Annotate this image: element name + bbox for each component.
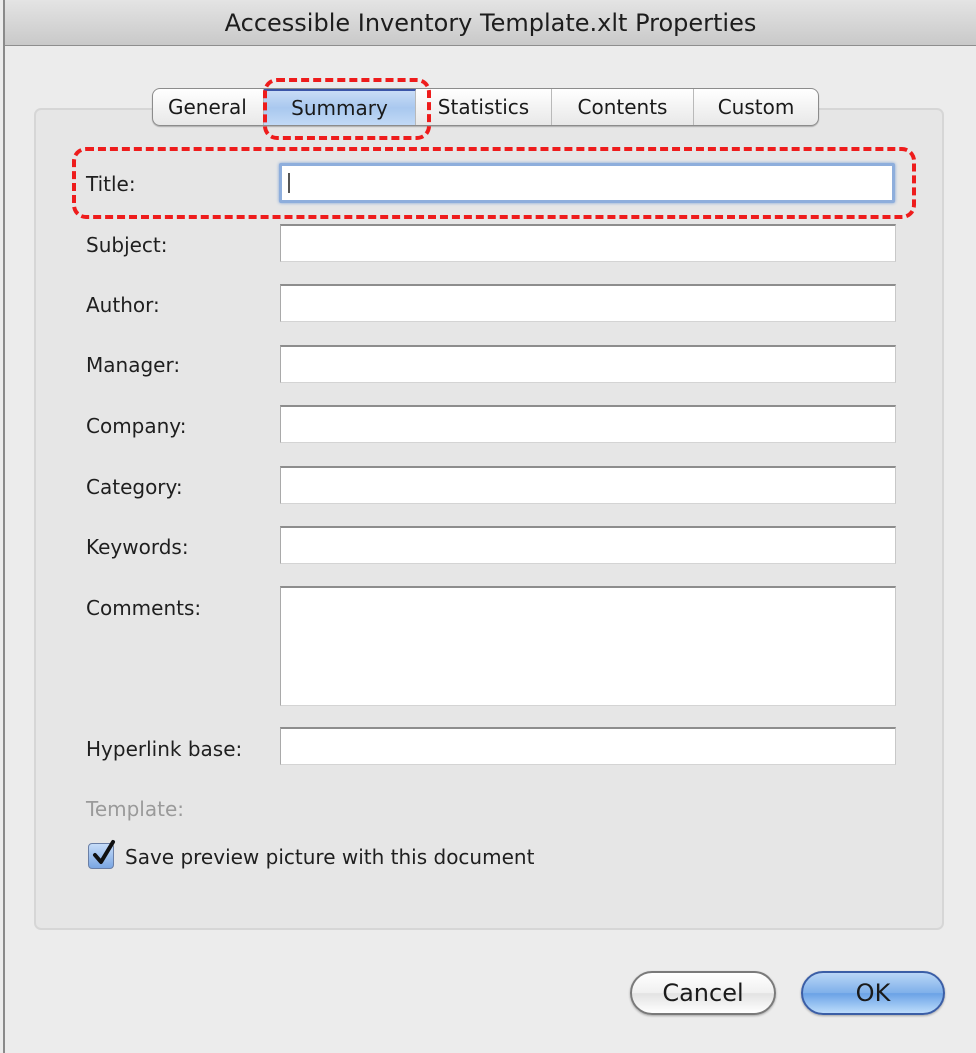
window-title: Accessible Inventory Template.xlt Proper… xyxy=(224,9,757,37)
save-preview-checkbox[interactable] xyxy=(88,840,115,869)
tab-bar: General Summary Statistics Contents Cust… xyxy=(152,88,819,126)
cancel-button[interactable]: Cancel xyxy=(630,971,776,1015)
template-label: Template: xyxy=(86,797,184,821)
tab-summary[interactable]: Summary xyxy=(264,89,416,125)
hyperlink-base-label: Hyperlink base: xyxy=(86,737,243,761)
text-cursor xyxy=(288,173,290,193)
title-label: Title: xyxy=(86,172,136,196)
author-label: Author: xyxy=(86,293,160,317)
ok-button[interactable]: OK xyxy=(801,971,945,1015)
tab-statistics[interactable]: Statistics xyxy=(416,89,552,125)
category-label: Category: xyxy=(86,475,183,499)
comments-label: Comments: xyxy=(86,596,202,620)
title-input[interactable] xyxy=(279,163,895,203)
keywords-label: Keywords: xyxy=(86,535,189,559)
subject-label: Subject: xyxy=(86,233,168,257)
tab-contents[interactable]: Contents xyxy=(552,89,694,125)
checkmark-icon xyxy=(93,840,115,864)
manager-input[interactable] xyxy=(280,345,896,383)
company-label: Company: xyxy=(86,414,187,438)
tab-custom[interactable]: Custom xyxy=(694,89,818,125)
category-input[interactable] xyxy=(280,466,896,504)
title-bar[interactable]: Accessible Inventory Template.xlt Proper… xyxy=(5,0,976,46)
save-preview-label[interactable]: Save preview picture with this document xyxy=(125,845,534,869)
subject-input[interactable] xyxy=(280,224,896,262)
comments-textarea[interactable] xyxy=(280,586,896,706)
manager-label: Manager: xyxy=(86,353,181,377)
company-input[interactable] xyxy=(280,405,896,443)
tab-general[interactable]: General xyxy=(153,89,264,125)
keywords-input[interactable] xyxy=(280,526,896,564)
author-input[interactable] xyxy=(280,284,896,322)
hyperlink-base-input[interactable] xyxy=(280,727,896,765)
